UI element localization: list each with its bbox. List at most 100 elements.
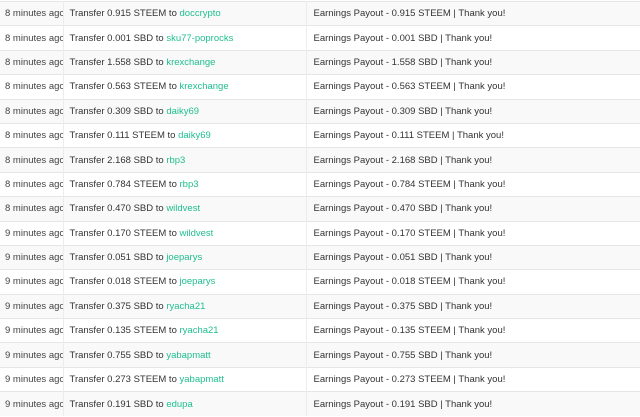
transfer-description: Transfer 0.273 STEEM to yabapmatt: [63, 366, 307, 392]
table-row: 8 minutes ago Transfer 1.558 SBD to krex…: [0, 49, 640, 75]
timestamp: 8 minutes ago: [0, 147, 64, 173]
table-row: 8 minutes ago Transfer 0.001 SBD to sku7…: [0, 25, 640, 51]
memo: Earnings Payout - 0.273 STEEM | Thank yo…: [306, 366, 640, 392]
account-link[interactable]: edupa: [166, 399, 192, 410]
transfer-amount-text: Transfer 0.018 STEEM to: [69, 276, 177, 288]
transfer-description: Transfer 0.375 SBD to ryacha21: [63, 293, 307, 319]
account-link[interactable]: ryacha21: [166, 301, 205, 312]
memo: Earnings Payout - 0.051 SBD | Thank you!: [306, 244, 640, 270]
table-row: 8 minutes ago Transfer 0.563 STEEM to kr…: [0, 74, 640, 100]
account-link[interactable]: krexchange: [180, 81, 229, 92]
transfer-amount-text: Transfer 0.470 SBD to: [69, 203, 164, 215]
memo: Earnings Payout - 0.170 STEEM | Thank yo…: [306, 220, 640, 246]
memo: Earnings Payout - 0.470 SBD | Thank you!: [306, 196, 640, 222]
account-link[interactable]: yabapmatt: [180, 374, 224, 385]
memo: Earnings Payout - 0.375 SBD | Thank you!: [306, 293, 640, 319]
transfer-description: Transfer 0.309 SBD to daiky69: [63, 98, 307, 124]
account-link[interactable]: yabapmatt: [166, 350, 210, 361]
account-link[interactable]: doccrypto: [180, 8, 221, 19]
transfer-description: Transfer 0.001 SBD to sku77-poprocks: [63, 25, 307, 51]
memo: Earnings Payout - 0.563 STEEM | Thank yo…: [306, 74, 640, 100]
timestamp: 9 minutes ago: [0, 366, 64, 392]
timestamp: 8 minutes ago: [0, 25, 64, 51]
timestamp: 9 minutes ago: [0, 342, 64, 368]
transfer-description: Transfer 0.111 STEEM to daiky69: [63, 122, 307, 148]
table-row: 9 minutes ago Transfer 0.018 STEEM to jo…: [0, 269, 640, 295]
transfer-amount-text: Transfer 0.563 STEEM to: [69, 81, 177, 93]
memo: Earnings Payout - 0.309 SBD | Thank you!: [306, 98, 640, 124]
account-link[interactable]: joeparys: [180, 276, 216, 287]
transfer-amount-text: Transfer 0.170 STEEM to: [69, 227, 177, 239]
timestamp: 9 minutes ago: [0, 391, 64, 417]
account-link[interactable]: ryacha21: [180, 325, 219, 336]
table-row: 9 minutes ago Transfer 0.051 SBD to joep…: [0, 244, 640, 270]
transfer-amount-text: Transfer 0.001 SBD to: [69, 32, 164, 44]
timestamp: 9 minutes ago: [0, 269, 64, 295]
timestamp: 8 minutes ago: [0, 49, 64, 75]
transfer-amount-text: Transfer 0.915 STEEM to: [69, 8, 177, 20]
transfer-description: Transfer 0.051 SBD to joeparys: [63, 244, 307, 270]
account-link[interactable]: daiky69: [166, 106, 199, 117]
transfer-description: Transfer 0.470 SBD to wildvest: [63, 196, 307, 222]
transfer-amount-text: Transfer 2.168 SBD to: [69, 154, 164, 166]
transfer-description: Transfer 0.191 SBD to edupa: [63, 391, 307, 417]
timestamp: 9 minutes ago: [0, 244, 64, 270]
transfer-amount-text: Transfer 0.273 STEEM to: [69, 374, 177, 386]
memo: Earnings Payout - 2.168 SBD | Thank you!: [306, 147, 640, 173]
account-link[interactable]: daiky69: [178, 130, 211, 141]
account-link[interactable]: joeparys: [166, 252, 202, 263]
transfer-amount-text: Transfer 0.784 STEEM to: [69, 178, 177, 190]
timestamp: 8 minutes ago: [0, 98, 64, 124]
table-row: 9 minutes ago Transfer 0.135 STEEM to ry…: [0, 318, 640, 343]
transfer-description: Transfer 0.170 STEEM to wildvest: [63, 220, 307, 246]
transfer-amount-text: Transfer 0.309 SBD to: [69, 105, 164, 117]
timestamp: 9 minutes ago: [0, 220, 64, 246]
account-link[interactable]: rbp3: [166, 155, 185, 166]
transfer-amount-text: Transfer 0.375 SBD to: [69, 300, 164, 312]
timestamp: 8 minutes ago: [0, 171, 64, 197]
account-link[interactable]: wildvest: [166, 203, 200, 214]
table-row: 8 minutes ago Transfer 0.309 SBD to daik…: [0, 98, 640, 124]
transfer-history-body: 8 minutes ago Transfer 0.915 STEEM to do…: [0, 0, 640, 417]
table-row: 9 minutes ago Transfer 0.273 STEEM to ya…: [0, 366, 640, 392]
transfer-amount-text: Transfer 0.755 SBD to: [69, 349, 164, 361]
transfer-description: Transfer 0.784 STEEM to rbp3: [63, 171, 307, 197]
memo: Earnings Payout - 0.135 STEEM | Thank yo…: [306, 318, 640, 343]
table-row: 9 minutes ago Transfer 0.755 SBD to yaba…: [0, 342, 640, 368]
transfer-description: Transfer 0.915 STEEM to doccrypto: [63, 0, 307, 26]
transfer-amount-text: Transfer 0.135 STEEM to: [69, 325, 177, 337]
memo: Earnings Payout - 0.915 STEEM | Thank yo…: [306, 0, 640, 26]
transfer-history-table: 8 minutes ago Transfer 0.915 STEEM to do…: [0, 0, 640, 417]
memo: Earnings Payout - 0.784 STEEM | Thank yo…: [306, 171, 640, 197]
transfer-description: Transfer 0.018 STEEM to joeparys: [63, 269, 307, 295]
account-link[interactable]: wildvest: [180, 228, 214, 239]
account-link[interactable]: sku77-poprocks: [166, 33, 233, 44]
table-row: 8 minutes ago Transfer 0.784 STEEM to rb…: [0, 171, 640, 197]
memo: Earnings Payout - 0.755 SBD | Thank you!: [306, 342, 640, 368]
memo: Earnings Payout - 0.111 STEEM | Thank yo…: [306, 122, 640, 148]
timestamp: 8 minutes ago: [0, 196, 64, 222]
table-row: 9 minutes ago Transfer 0.170 STEEM to wi…: [0, 220, 640, 246]
memo: Earnings Payout - 0.018 STEEM | Thank yo…: [306, 269, 640, 295]
timestamp: 9 minutes ago: [0, 293, 64, 319]
table-row: 8 minutes ago Transfer 0.470 SBD to wild…: [0, 196, 640, 222]
account-link[interactable]: rbp3: [180, 179, 199, 190]
transfer-amount-text: Transfer 0.191 SBD to: [69, 398, 164, 410]
transfer-amount-text: Transfer 0.111 STEEM to: [69, 130, 176, 142]
transfer-description: Transfer 1.558 SBD to krexchange: [63, 49, 307, 75]
transfer-description: Transfer 0.563 STEEM to krexchange: [63, 74, 307, 100]
table-row: 8 minutes ago Transfer 0.915 STEEM to do…: [0, 0, 640, 26]
memo: Earnings Payout - 1.558 SBD | Thank you!: [306, 49, 640, 75]
transfer-amount-text: Transfer 1.558 SBD to: [69, 56, 164, 68]
table-row: 9 minutes ago Transfer 0.375 SBD to ryac…: [0, 293, 640, 319]
table-row: 8 minutes ago Transfer 0.111 STEEM to da…: [0, 122, 640, 148]
timestamp: 8 minutes ago: [0, 0, 64, 26]
table-row: 8 minutes ago Transfer 2.168 SBD to rbp3…: [0, 147, 640, 173]
timestamp: 8 minutes ago: [0, 122, 64, 148]
account-link[interactable]: krexchange: [166, 57, 215, 68]
memo: Earnings Payout - 0.191 SBD | Thank you!: [306, 391, 640, 417]
timestamp: 9 minutes ago: [0, 318, 64, 343]
transfer-description: Transfer 2.168 SBD to rbp3: [63, 147, 307, 173]
timestamp: 8 minutes ago: [0, 74, 64, 100]
transfer-description: Transfer 0.135 STEEM to ryacha21: [63, 318, 307, 343]
